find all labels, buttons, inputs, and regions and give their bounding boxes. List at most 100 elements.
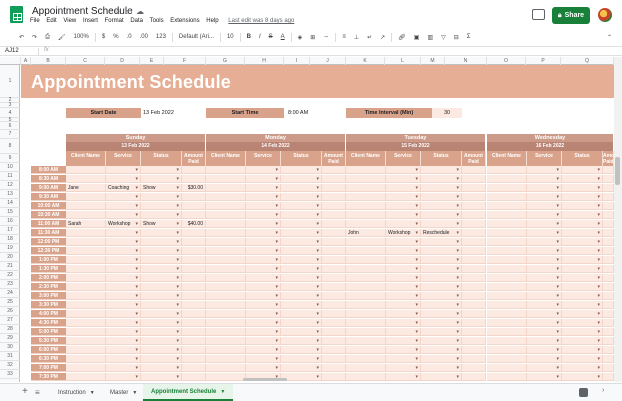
schedule-cell[interactable]	[182, 355, 206, 363]
schedule-cell[interactable]: Show	[141, 220, 182, 228]
schedule-cell[interactable]	[462, 265, 486, 273]
schedule-cell[interactable]	[322, 364, 346, 372]
schedule-cell[interactable]	[603, 229, 614, 237]
schedule-cell[interactable]	[603, 220, 614, 228]
row-header[interactable]: 12	[0, 181, 20, 190]
schedule-cell[interactable]	[246, 310, 281, 318]
schedule-cell[interactable]	[322, 229, 346, 237]
schedule-cell[interactable]	[106, 355, 141, 363]
last-edit-link[interactable]: Last edit was 8 days ago	[228, 18, 294, 24]
schedule-cell[interactable]	[562, 175, 603, 183]
all-sheets-icon[interactable]: ≡	[35, 388, 40, 397]
schedule-cell[interactable]	[421, 364, 462, 372]
schedule-cell[interactable]	[141, 229, 182, 237]
schedule-cell[interactable]	[487, 364, 527, 372]
schedule-cell[interactable]	[182, 166, 206, 174]
schedule-cell[interactable]	[141, 166, 182, 174]
schedule-cell[interactable]	[322, 292, 346, 300]
start-time-value[interactable]: 8:00 AM	[288, 108, 343, 118]
row-header[interactable]: 23	[0, 280, 20, 289]
schedule-cell[interactable]	[246, 265, 281, 273]
schedule-cell[interactable]	[206, 301, 246, 309]
schedule-cell[interactable]	[246, 364, 281, 372]
schedule-cell[interactable]	[322, 166, 346, 174]
schedule-cell[interactable]	[421, 265, 462, 273]
schedule-cell[interactable]	[141, 283, 182, 291]
schedule-cell[interactable]	[106, 310, 141, 318]
functions-icon[interactable]: Σ	[463, 34, 475, 40]
schedule-cell[interactable]	[421, 238, 462, 246]
row-header[interactable]: 18	[0, 235, 20, 244]
schedule-cell[interactable]: Jane	[66, 184, 106, 192]
schedule-cell[interactable]: Workshop	[106, 220, 141, 228]
schedule-cell[interactable]	[386, 184, 421, 192]
schedule-cell[interactable]	[421, 301, 462, 309]
move-folder-icon[interactable]: ▭	[125, 7, 133, 16]
corner-cell[interactable]	[0, 57, 21, 65]
schedule-cell[interactable]	[603, 328, 614, 336]
schedule-cell[interactable]	[281, 355, 322, 363]
schedule-cell[interactable]	[141, 256, 182, 264]
schedule-cell[interactable]	[386, 265, 421, 273]
schedule-cell[interactable]	[487, 265, 527, 273]
schedule-cell[interactable]	[141, 355, 182, 363]
tab-master[interactable]: Master ▼	[102, 384, 145, 401]
schedule-cell[interactable]	[182, 301, 206, 309]
schedule-cell[interactable]	[281, 373, 322, 381]
row-header[interactable]: 20	[0, 253, 20, 262]
schedule-cell[interactable]	[206, 364, 246, 372]
schedule-cell[interactable]	[206, 274, 246, 282]
increase-decimal-button[interactable]: .00	[136, 34, 152, 40]
schedule-cell[interactable]: John	[346, 229, 386, 237]
schedule-cell[interactable]	[562, 202, 603, 210]
schedule-cell[interactable]	[206, 211, 246, 219]
schedule-cell[interactable]	[386, 364, 421, 372]
row-header[interactable]: 6	[0, 122, 20, 130]
schedule-cell[interactable]	[206, 373, 246, 381]
column-header-o[interactable]: O	[487, 57, 526, 65]
row-header[interactable]: 16	[0, 217, 20, 226]
schedule-cell[interactable]	[182, 256, 206, 264]
time-interval-value[interactable]: 30	[432, 108, 462, 118]
schedule-cell[interactable]	[281, 166, 322, 174]
font-size-select[interactable]: 10	[223, 34, 238, 40]
menu-edit[interactable]: Edit	[46, 18, 56, 24]
schedule-cell[interactable]	[527, 373, 562, 381]
schedule-cell[interactable]	[106, 175, 141, 183]
schedule-cell[interactable]	[603, 355, 614, 363]
schedule-cell[interactable]	[322, 256, 346, 264]
schedule-cell[interactable]	[206, 355, 246, 363]
schedule-cell[interactable]	[603, 166, 614, 174]
schedule-cell[interactable]	[322, 175, 346, 183]
schedule-cell[interactable]	[562, 193, 603, 201]
schedule-cell[interactable]	[462, 328, 486, 336]
schedule-cell[interactable]	[281, 283, 322, 291]
schedule-cell[interactable]	[206, 184, 246, 192]
schedule-cell[interactable]	[462, 292, 486, 300]
share-button[interactable]: 🔒︎ Share	[552, 7, 590, 24]
row-header[interactable]: 30	[0, 343, 20, 352]
percent-format-button[interactable]: %	[109, 34, 122, 40]
schedule-cell[interactable]	[182, 175, 206, 183]
schedule-cell[interactable]	[281, 274, 322, 282]
schedule-cell[interactable]	[386, 337, 421, 345]
schedule-cell[interactable]	[66, 283, 106, 291]
schedule-cell[interactable]	[603, 373, 614, 381]
number-format-select[interactable]: 123	[152, 34, 170, 40]
schedule-cell[interactable]	[386, 328, 421, 336]
schedule-cell[interactable]	[562, 166, 603, 174]
schedule-cell[interactable]	[462, 229, 486, 237]
schedule-cell[interactable]	[487, 346, 527, 354]
add-sheet-icon[interactable]: +	[22, 387, 28, 397]
schedule-cell[interactable]	[346, 283, 386, 291]
schedule-cell[interactable]	[182, 202, 206, 210]
schedule-cell[interactable]	[462, 274, 486, 282]
schedule-cell[interactable]	[141, 274, 182, 282]
schedule-cell[interactable]	[421, 346, 462, 354]
schedule-cell[interactable]	[462, 238, 486, 246]
schedule-cell[interactable]	[346, 238, 386, 246]
text-rotation-icon[interactable]: ↗	[376, 34, 389, 41]
row-header[interactable]: 31	[0, 352, 20, 361]
row-header[interactable]: 8	[0, 139, 20, 154]
row-header[interactable]: 27	[0, 316, 20, 325]
